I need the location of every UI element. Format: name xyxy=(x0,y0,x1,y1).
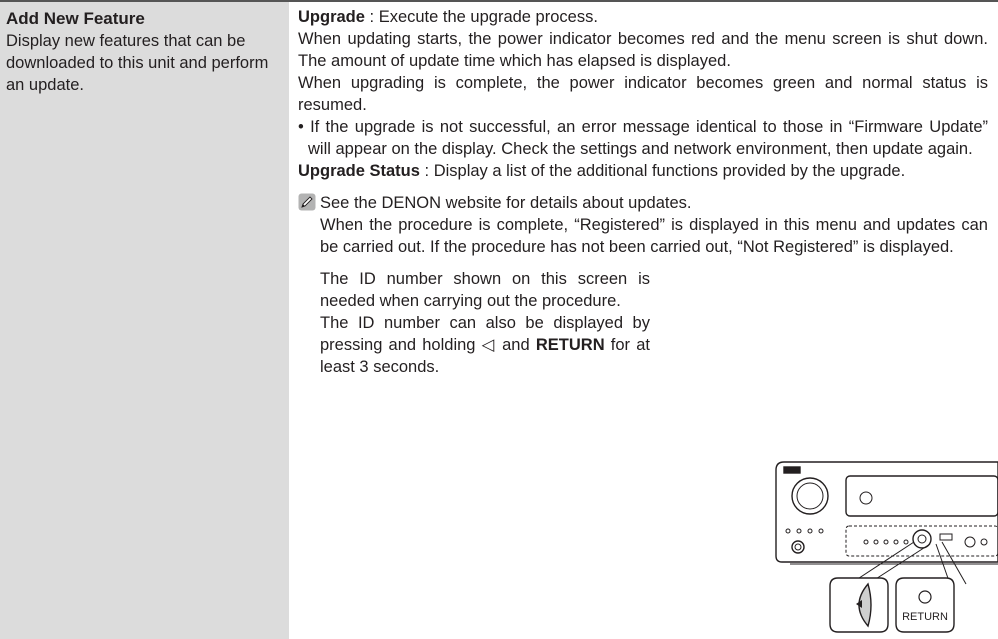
left-arrow-icon: ◁ xyxy=(481,336,496,354)
hold-text-mid: and xyxy=(495,336,536,354)
paragraph-updating: When updating starts, the power indicato… xyxy=(298,30,988,70)
return-button-label: RETURN xyxy=(902,611,948,623)
upgrade-status-label: Upgrade Status xyxy=(298,162,420,180)
paragraph-complete: When upgrading is complete, the power in… xyxy=(298,74,988,114)
left-column: Add New Feature Display new features tha… xyxy=(0,2,289,639)
feature-description: Display new features that can be downloa… xyxy=(6,32,269,94)
id-number-text: The ID number shown on this screen is ne… xyxy=(320,270,650,310)
id-number-block: The ID number shown on this screen is ne… xyxy=(320,268,650,378)
note-website: See the DENON website for details about … xyxy=(320,194,692,212)
upgrade-line: Upgrade : Execute the upgrade process. xyxy=(298,6,988,28)
return-button: RETURN xyxy=(895,577,955,633)
upgrade-text: : Execute the upgrade process. xyxy=(364,8,598,26)
upgrade-status-text: : Display a list of the additional funct… xyxy=(419,162,906,180)
note-block: See the DENON website for details about … xyxy=(298,192,988,378)
upgrade-label: Upgrade xyxy=(298,8,365,26)
receiver-front-panel xyxy=(775,461,998,565)
upgrade-status-line: Upgrade Status : Display a list of the a… xyxy=(298,160,988,182)
id-number-hold-text: The ID number can also be displayed by p… xyxy=(320,312,650,378)
receiver-illustration: RETURN xyxy=(775,461,998,633)
bullet-error: • If the upgrade is not successful, an e… xyxy=(298,118,988,158)
feature-title: Add New Feature xyxy=(6,9,145,28)
note-registered: When the procedure is complete, “Registe… xyxy=(320,216,988,256)
right-column: Upgrade : Execute the upgrade process. W… xyxy=(298,6,988,378)
return-keyword: RETURN xyxy=(535,336,605,354)
left-cursor-button xyxy=(829,577,889,633)
pencil-note-icon xyxy=(298,193,316,211)
